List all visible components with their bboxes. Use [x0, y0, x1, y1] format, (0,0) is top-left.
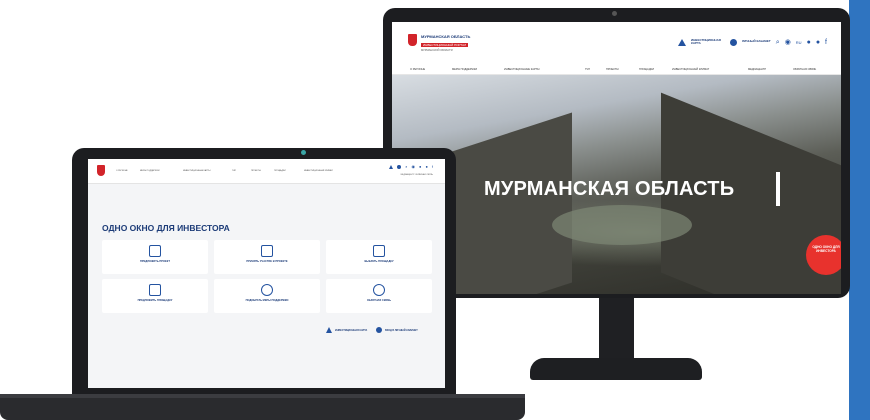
monitor-screen: МУРМАНСКАЯ ОБЛАСТЬ ИНВЕСТИЦИОННЫЙ ПОРТАЛ… [392, 22, 841, 294]
search-icon[interactable]: ⌕ [405, 165, 407, 169]
project-icon [149, 245, 161, 257]
footer-personal-account[interactable]: ВХОД В ЛИЧНЫЙ КАБИНЕТ [376, 327, 418, 333]
accessibility-icon[interactable]: ◉ [785, 39, 791, 46]
region-logo[interactable]: МУРМАНСКАЯ ОБЛАСТЬ ИНВЕСТИЦИОННЫЙ ПОРТАЛ… [408, 34, 488, 58]
monitor-stand-neck [599, 298, 634, 360]
nav-item[interactable]: ИНВЕСТИЦИОННЫЕ КАРТЫ [183, 170, 210, 172]
nav-item[interactable]: МЕРЫ ПОДДЕРЖКИ [140, 170, 159, 172]
logo-subtitle: ИНВЕСТИЦИОННЫЙ ПОРТАЛ [421, 43, 469, 47]
site-header: МУРМАНСКАЯ ОБЛАСТЬ ИНВЕСТИЦИОННЫЙ ПОРТАЛ… [392, 22, 841, 75]
monitor-stand-base [530, 358, 702, 380]
nav-item[interactable]: МЕРЫ ПОДДЕРЖКИ [452, 68, 477, 71]
user-icon [729, 38, 737, 46]
footer-link-label: ИНВЕСТИЦИОННАЯ КАРТА [335, 328, 368, 332]
growth-chart-icon [261, 245, 273, 257]
nav-item[interactable]: ПЛОЩАДКИ [274, 170, 286, 172]
nav-item[interactable]: ПРОЕКТЫ [606, 68, 619, 71]
facebook-icon[interactable]: f [825, 39, 827, 46]
valley [552, 205, 692, 245]
card-label: ПРИНЯТЬ УЧАСТИЕ В ПРОЕКТЕ [246, 260, 288, 263]
header-utilities: ИНВЕСТИЦИОННАЯ КАРТА ЛИЧНЫЙ КАБИНЕТ ⌕ ◉ … [677, 36, 827, 48]
map-icon[interactable] [389, 165, 394, 169]
card-label: ПРЕДЛОЖИТЬ ПЛОЩАДКУ [137, 299, 173, 302]
telegram-icon[interactable]: ● [816, 39, 820, 46]
card-label: ОБРАТНАЯ СВЯЗЬ [366, 299, 392, 302]
vk-icon[interactable]: ● [807, 39, 811, 46]
card-propose-project[interactable]: ПРЕДЛОЖИТЬ ПРОЕКТ [102, 240, 208, 274]
laptop-utilities: ⌕ ◉ ● ● f [389, 165, 433, 169]
facebook-icon[interactable]: f [432, 165, 433, 169]
map-icon [677, 38, 686, 46]
card-label: ВЫБРАТЬ ПЛОЩАДКУ [364, 260, 394, 263]
nav-item[interactable]: О РЕГИОНЕ [410, 68, 425, 71]
laptop-base-lip [0, 394, 525, 398]
card-choose-site[interactable]: ВЫБРАТЬ ПЛОЩАДКУ [326, 240, 432, 274]
laptop-site-header: О РЕГИОНЕ МЕРЫ ПОДДЕРЖКИ ИНВЕСТИЦИОННЫЕ … [88, 159, 445, 184]
hero-title: МУРМАНСКАЯ ОБЛАСТЬ [484, 178, 735, 200]
investment-map-link[interactable]: ИНВЕСТИЦИОННАЯ КАРТА [691, 38, 725, 46]
blue-accent-strip [849, 0, 870, 420]
page-title: ОДНО ОКНО ДЛЯ ИНВЕСТОРА [102, 223, 230, 233]
vk-icon[interactable]: ● [419, 165, 421, 169]
nav-item[interactable]: МЕДИАЦЕНТР [748, 68, 766, 71]
support-icon [261, 284, 273, 296]
personal-account-link[interactable]: ЛИЧНЫЙ КАБИНЕТ [742, 39, 771, 43]
nav-item[interactable]: ПЛОЩАДКИ [639, 68, 654, 71]
handshake-icon [149, 284, 161, 296]
telegram-icon[interactable]: ● [425, 165, 427, 169]
map-icon [326, 327, 332, 333]
user-icon [376, 327, 382, 333]
coat-of-arms-icon [97, 165, 105, 176]
nav-item[interactable]: ИНВЕСТИЦИОННЫЙ КЛИМАТ [672, 68, 709, 71]
card-label: ПОДОБРАТЬ МЕРЫ ПОДДЕРЖКИ [245, 299, 289, 302]
nav-item[interactable]: ПРОЕКТЫ [251, 170, 261, 172]
laptop-util-labels[interactable]: МЕДИАЦЕНТР ОБРАТНАЯ СВЯЗЬ [401, 174, 433, 176]
search-icon[interactable]: ⌕ [776, 39, 780, 46]
nav-item[interactable]: ГЧП [232, 170, 236, 172]
nav-item[interactable]: ОБРАТНАЯ СВЯЗЬ [793, 68, 816, 71]
main-nav: О РЕГИОНЕ МЕРЫ ПОДДЕРЖКИ ИНВЕСТИЦИОННЫЕ … [410, 68, 830, 72]
footer-investment-map[interactable]: ИНВЕСТИЦИОННАЯ КАРТА [326, 327, 367, 333]
laptop-camera [301, 150, 306, 155]
coat-of-arms-icon [408, 34, 417, 46]
nav-item[interactable]: ИНВЕСТИЦИОННЫЕ КАРТЫ [504, 68, 539, 71]
card-feedback[interactable]: ОБРАТНАЯ СВЯЗЬ [326, 279, 432, 313]
logo-caption: МУРМАНСКОЙ ОБЛАСТИ [421, 49, 453, 52]
nav-item[interactable]: ГЧП [585, 68, 590, 71]
laptop-main-nav: О РЕГИОНЕ МЕРЫ ПОДДЕРЖКИ ИНВЕСТИЦИОННЫЕ … [116, 170, 346, 174]
laptop-screen: О РЕГИОНЕ МЕРЫ ПОДДЕРЖКИ ИНВЕСТИЦИОННЫЕ … [88, 159, 445, 388]
one-window-button[interactable]: ОДНО ОКНО ДЛЯ ИНВЕСТОРА [806, 235, 841, 275]
nav-item[interactable]: ИНВЕСТИЦИОННЫЙ КЛИМАТ [304, 170, 333, 172]
cta-label: ОДНО ОКНО ДЛЯ ИНВЕСТОРА [812, 245, 840, 254]
accessibility-icon[interactable]: ◉ [412, 165, 416, 169]
text-cursor [776, 172, 780, 206]
hero-banner: МУРМАНСКАЯ ОБЛАСТЬ ОДНО ОКНО ДЛЯ ИНВЕСТО… [392, 75, 841, 294]
card-propose-site[interactable]: ПРЕДЛОЖИТЬ ПЛОЩАДКУ [102, 279, 208, 313]
logo-title: МУРМАНСКАЯ ОБЛАСТЬ [421, 34, 471, 39]
laptop: О РЕГИОНЕ МЕРЫ ПОДДЕРЖКИ ИНВЕСТИЦИОННЫЕ … [72, 148, 456, 394]
card-support-measures[interactable]: ПОДОБРАТЬ МЕРЫ ПОДДЕРЖКИ [214, 279, 320, 313]
language-switch[interactable]: RU [796, 40, 802, 45]
laptop-base [0, 394, 525, 420]
card-label: ПРЕДЛОЖИТЬ ПРОЕКТ [140, 260, 170, 263]
region-logo[interactable] [97, 165, 109, 177]
card-join-project[interactable]: ПРИНЯТЬ УЧАСТИЕ В ПРОЕКТЕ [214, 240, 320, 274]
building-icon [373, 245, 385, 257]
monitor-camera [612, 11, 617, 16]
nav-item[interactable]: О РЕГИОНЕ [116, 170, 128, 172]
footer-link-label: ВХОД В ЛИЧНЫЙ КАБИНЕТ [385, 328, 418, 332]
user-icon[interactable] [397, 165, 402, 169]
feedback-icon [373, 284, 385, 296]
